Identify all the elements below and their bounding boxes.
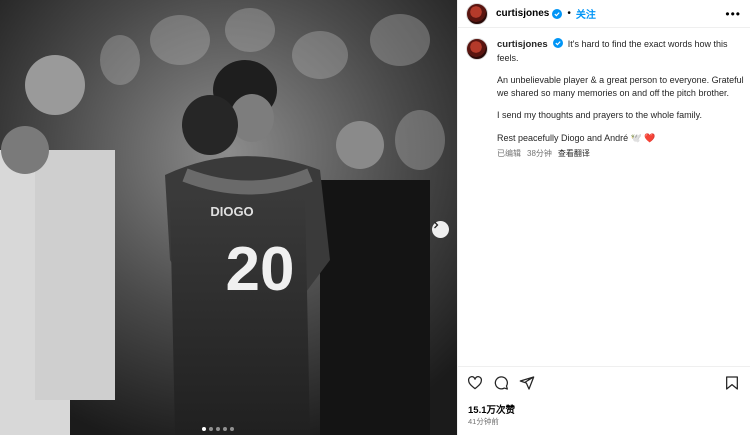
caption-body: curtisjones It's hard to find the exact … xyxy=(497,38,745,161)
verified-badge-icon xyxy=(552,8,563,19)
verified-badge-icon xyxy=(553,38,564,48)
share-icon[interactable] xyxy=(519,375,535,391)
caption-paragraph: I send my thoughts and prayers to the wh… xyxy=(497,110,702,120)
follow-button[interactable]: 关注 xyxy=(576,6,596,21)
like-count[interactable]: 15.1万次赞 xyxy=(468,402,515,416)
see-translation-link[interactable]: 查看翻译 xyxy=(558,148,590,161)
bookmark-icon[interactable] xyxy=(724,375,740,391)
header-separator: • xyxy=(567,8,571,19)
avatar[interactable] xyxy=(466,2,488,25)
caption-paragraph: An unbelievable player & a great person … xyxy=(497,75,744,98)
caption-meta: 已编辑 38分钟 查看翻译 xyxy=(497,148,745,161)
divider xyxy=(458,366,750,367)
carousel-dot xyxy=(216,427,220,431)
post-sidebar: curtisjones • 关注 ••• curtisjones It's ha… xyxy=(457,0,750,435)
shirt-name: DIOGO xyxy=(210,204,253,219)
action-bar xyxy=(467,375,535,391)
heart-icon[interactable] xyxy=(467,375,483,391)
carousel-dot xyxy=(223,427,227,431)
more-options-button[interactable]: ••• xyxy=(725,7,741,21)
caption-paragraph: Rest peacefully Diogo and André 🕊️ ❤️ xyxy=(497,132,656,143)
comment-icon[interactable] xyxy=(493,375,509,391)
post-caption: curtisjones It's hard to find the exact … xyxy=(466,38,746,161)
edited-label: 已编辑 xyxy=(497,149,521,158)
edited-time: 38分钟 xyxy=(527,149,552,158)
post-timestamp[interactable]: 41分钟前 xyxy=(468,416,499,427)
caption-username-link[interactable]: curtisjones xyxy=(497,39,548,50)
carousel-indicator xyxy=(202,427,234,431)
carousel-dot xyxy=(230,427,234,431)
shirt-number: 20 xyxy=(226,235,295,304)
carousel-dot xyxy=(209,427,213,431)
chevron-right-icon xyxy=(434,221,439,229)
post-photo: DIOGO 20 xyxy=(0,0,457,435)
carousel-dot xyxy=(202,427,206,431)
username-link[interactable]: curtisjones xyxy=(496,8,549,19)
post-header: curtisjones • 关注 ••• xyxy=(458,0,750,28)
carousel-next-button[interactable] xyxy=(432,221,449,238)
caption-avatar[interactable] xyxy=(466,38,488,60)
photo-illustration: DIOGO 20 xyxy=(0,0,457,435)
